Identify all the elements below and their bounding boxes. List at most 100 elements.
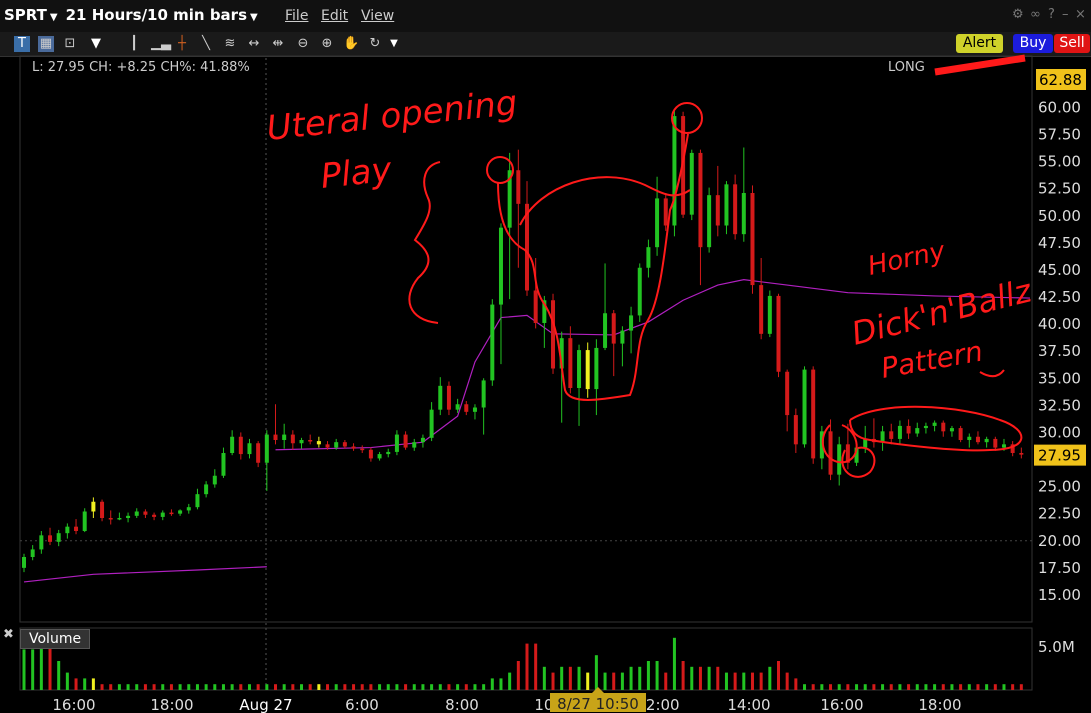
price-chart[interactable]: 15.0017.5020.0022.5025.0027.5030.0032.50… bbox=[0, 0, 1091, 713]
y-tick-label: 32.50 bbox=[1038, 396, 1081, 414]
volume-bar bbox=[707, 666, 711, 690]
close-panel-icon[interactable]: ✖ bbox=[3, 627, 14, 642]
volume-bar bbox=[612, 672, 616, 690]
bar-body bbox=[594, 347, 599, 390]
bar-body bbox=[724, 184, 729, 226]
bar-body bbox=[828, 431, 833, 475]
price-bar bbox=[221, 447, 226, 478]
volume-bar bbox=[135, 684, 139, 690]
price-bar bbox=[568, 326, 573, 394]
price-bar bbox=[551, 293, 556, 374]
bar-body bbox=[464, 404, 469, 412]
price-bar bbox=[91, 497, 96, 518]
bar-body bbox=[403, 434, 408, 448]
volume-bar bbox=[698, 666, 702, 690]
volume-bar bbox=[655, 661, 659, 690]
bar-body bbox=[247, 443, 252, 455]
volume-bar bbox=[247, 684, 251, 690]
volume-bar bbox=[863, 684, 867, 690]
bar-body bbox=[342, 442, 347, 447]
volume-bar bbox=[239, 684, 243, 690]
y-tick-label: 25.00 bbox=[1038, 478, 1081, 496]
price-bar bbox=[750, 185, 755, 294]
price-bar bbox=[993, 436, 998, 451]
price-bar bbox=[299, 437, 304, 449]
price-bar bbox=[420, 434, 425, 448]
volume-bar bbox=[525, 643, 529, 690]
y-tick-label: 50.00 bbox=[1038, 207, 1081, 225]
bar-body bbox=[108, 518, 113, 520]
bar-body bbox=[360, 448, 365, 451]
bar-body bbox=[611, 313, 616, 344]
volume-bar bbox=[378, 684, 382, 690]
price-bar bbox=[160, 510, 165, 521]
volume-bar bbox=[31, 649, 35, 690]
price-bar bbox=[30, 545, 35, 561]
price-bar bbox=[785, 369, 790, 432]
volume-bar bbox=[74, 678, 78, 690]
bar-body bbox=[889, 431, 894, 439]
volume-bar bbox=[57, 661, 61, 690]
y-tick-label: 30.00 bbox=[1038, 423, 1081, 441]
volume-bar bbox=[516, 661, 520, 690]
volume-bar bbox=[733, 672, 737, 690]
price-bar bbox=[108, 510, 113, 525]
price-bar bbox=[880, 425, 885, 451]
bar-body bbox=[802, 369, 807, 445]
volume-bar bbox=[204, 684, 208, 690]
volume-bar bbox=[785, 672, 789, 690]
bar-body bbox=[204, 484, 209, 495]
price-bar bbox=[923, 422, 928, 434]
volume-bar bbox=[291, 684, 295, 690]
price-bar bbox=[178, 509, 183, 516]
price-bar bbox=[169, 509, 174, 516]
bar-body bbox=[906, 425, 911, 434]
bar-body bbox=[308, 440, 313, 442]
volume-bar bbox=[169, 684, 173, 690]
volume-bar bbox=[759, 672, 763, 690]
price-bar bbox=[585, 342, 590, 398]
price-bar bbox=[611, 310, 616, 377]
price-bar bbox=[212, 469, 217, 488]
volume-bar bbox=[126, 684, 130, 690]
x-tick-label: 8:00 bbox=[445, 696, 479, 713]
price-bar bbox=[498, 223, 503, 365]
x-tick-label: 16:00 bbox=[820, 696, 863, 713]
bar-body bbox=[368, 449, 373, 459]
bar-body bbox=[759, 285, 764, 334]
price-bar bbox=[429, 402, 434, 442]
bar-body bbox=[637, 267, 642, 316]
bar-body bbox=[126, 515, 131, 518]
bar-body bbox=[672, 116, 677, 226]
price-bar bbox=[446, 381, 451, 416]
volume-bar bbox=[490, 678, 494, 690]
bar-body bbox=[143, 511, 148, 515]
price-bar bbox=[655, 176, 660, 256]
price-bar bbox=[48, 527, 53, 546]
volume-bar bbox=[768, 666, 772, 690]
volume-bar bbox=[152, 684, 156, 690]
y-axis: 15.0017.5020.0022.5025.0027.5030.0032.50… bbox=[1034, 69, 1086, 656]
price-bar bbox=[152, 512, 157, 521]
volume-bar bbox=[542, 666, 546, 690]
price-bar bbox=[273, 404, 278, 445]
y-tick-label: 52.50 bbox=[1038, 180, 1081, 198]
y-tick-label: 37.50 bbox=[1038, 342, 1081, 360]
price-bar bbox=[316, 436, 321, 448]
price-bar bbox=[368, 447, 373, 462]
bar-body bbox=[438, 385, 443, 410]
crosshair-time-tag: 8/27 10:50 bbox=[550, 687, 646, 713]
price-bar bbox=[238, 432, 243, 460]
hand-drawn-annotations: Uteral opening Play Horny Dick'n'Ballz P… bbox=[265, 54, 1036, 478]
price-bar bbox=[646, 239, 651, 278]
price-bar bbox=[143, 509, 148, 518]
volume-bar bbox=[924, 684, 928, 690]
volume-bar bbox=[117, 684, 121, 690]
volume-bar bbox=[265, 684, 269, 690]
bar-body bbox=[256, 443, 261, 463]
price-bar bbox=[360, 445, 365, 453]
volume-bar bbox=[83, 678, 87, 690]
volume-bar bbox=[499, 678, 503, 690]
bar-body bbox=[603, 313, 608, 348]
volume-bar bbox=[412, 684, 416, 690]
